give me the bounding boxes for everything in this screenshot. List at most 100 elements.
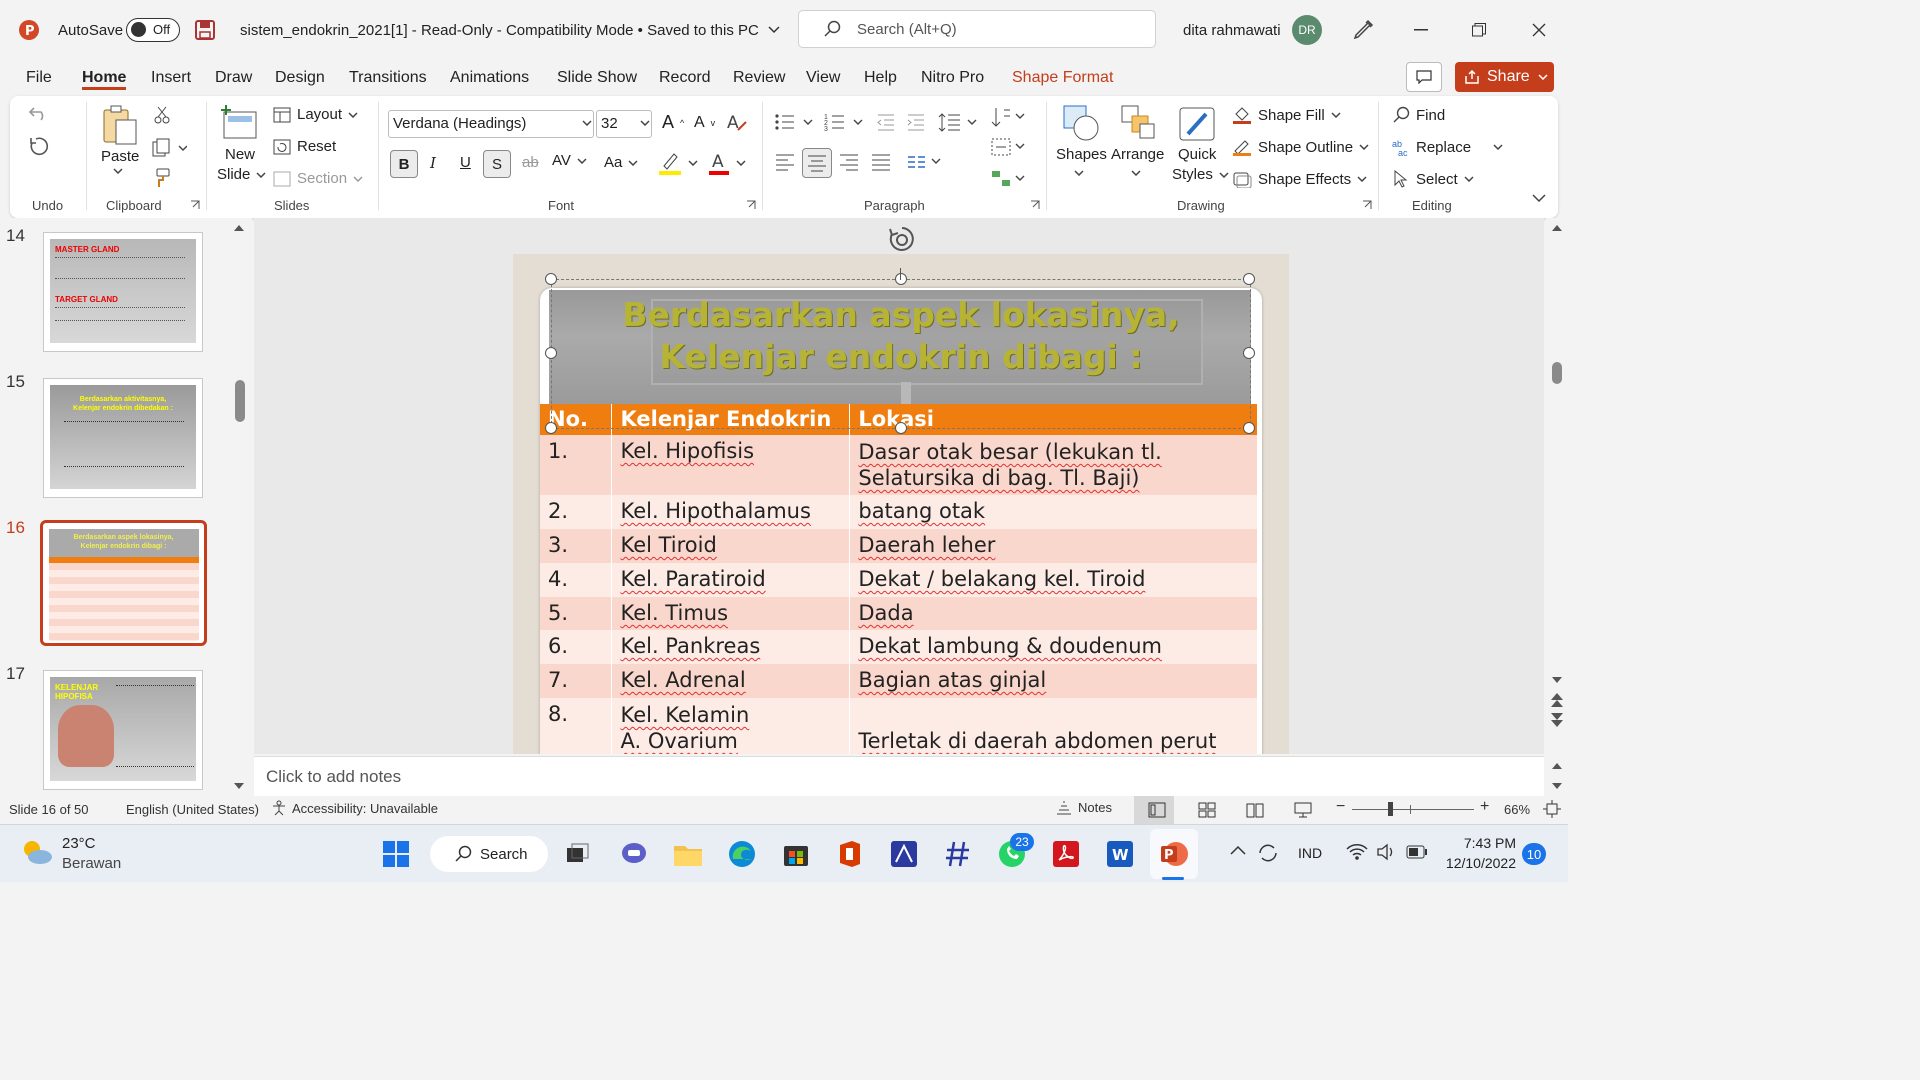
zoom-slider[interactable]: [1352, 809, 1474, 810]
tab-nitro-pro[interactable]: Nitro Pro: [921, 60, 984, 96]
strikethrough-button[interactable]: ab: [522, 154, 539, 171]
tab-animations[interactable]: Animations: [450, 60, 529, 96]
sync-icon[interactable]: [1256, 841, 1280, 865]
table-row[interactable]: 1. Kel. Hipofisis Dasar otak besar (leku…: [540, 435, 1258, 495]
font-family-chevron-icon[interactable]: [582, 120, 592, 126]
tab-transitions[interactable]: Transitions: [349, 60, 427, 96]
fit-to-window-icon[interactable]: [1543, 800, 1561, 818]
notification-count[interactable]: 10: [1522, 843, 1546, 865]
zoom-slider-thumb[interactable]: [1388, 802, 1393, 816]
table-row[interactable]: 5. Kel. Timus Dada: [540, 597, 1258, 630]
resize-handle[interactable]: [1243, 422, 1255, 434]
underline-button[interactable]: U: [460, 154, 471, 171]
table-row[interactable]: 8. Kel. Kelamin A. Ovarium Terletak di da…: [540, 698, 1258, 754]
weather-icon[interactable]: [20, 837, 54, 867]
format-painter-icon[interactable]: [151, 168, 171, 188]
select-button[interactable]: Select: [1392, 170, 1474, 188]
collapse-ribbon-icon[interactable]: [1532, 194, 1546, 202]
align-text-icon[interactable]: [990, 136, 1026, 158]
find-button[interactable]: Find: [1392, 106, 1445, 124]
notes-pane[interactable]: Click to add notes: [254, 756, 1544, 796]
table-row[interactable]: 6. Kel. Pankreas Dekat lambung & doudenu…: [540, 630, 1258, 664]
reading-view-icon[interactable]: [1246, 802, 1264, 818]
slide-sorter-icon[interactable]: [1198, 802, 1216, 818]
dialog-launcher-icon[interactable]: [1030, 200, 1040, 210]
replace-button[interactable]: ab ac Replace: [1392, 138, 1503, 156]
clock-time[interactable]: 7:43 PM: [1444, 835, 1516, 851]
windows-start-icon[interactable]: [378, 836, 414, 872]
text-direction-icon[interactable]: [990, 106, 1026, 128]
volume-icon[interactable]: [1376, 843, 1398, 861]
slide-thumbnail-15[interactable]: Berdasarkan aktivitasnya, Kelenjar endok…: [43, 378, 203, 498]
align-center-icon[interactable]: [802, 148, 832, 178]
tab-shape-format[interactable]: Shape Format: [1012, 60, 1113, 96]
cut-icon[interactable]: [153, 106, 171, 124]
shape-outline-button[interactable]: Shape Outline: [1232, 138, 1369, 156]
shapes-icon[interactable]: [1062, 104, 1102, 144]
minimize-icon[interactable]: [1414, 0, 1428, 60]
italic-button[interactable]: I: [430, 154, 436, 172]
clock-date[interactable]: 12/10/2022: [1440, 855, 1516, 871]
shadow-button[interactable]: S: [483, 150, 511, 178]
tab-design[interactable]: Design: [275, 60, 325, 96]
smartart-icon[interactable]: [990, 168, 1026, 190]
grow-font-icon[interactable]: A ^: [662, 112, 684, 133]
close-icon[interactable]: [1532, 0, 1546, 60]
resize-handle[interactable]: [895, 422, 907, 434]
share-button[interactable]: Share: [1455, 62, 1554, 92]
thumbnail-scrollbar[interactable]: [235, 380, 245, 422]
tab-record[interactable]: Record: [659, 60, 711, 96]
autosave-toggle[interactable]: Off: [126, 0, 180, 60]
save-icon[interactable]: [195, 0, 215, 60]
office-icon[interactable]: [832, 836, 868, 872]
table-row[interactable]: 4. Kel. Paratiroid Dekat / belakang kel.…: [540, 563, 1258, 597]
notes-placeholder[interactable]: Click to add notes: [266, 767, 401, 787]
bullets-icon[interactable]: [774, 112, 814, 132]
quick-styles-label-1[interactable]: Quick: [1178, 146, 1216, 163]
undo-button[interactable]: [28, 104, 50, 122]
language-status[interactable]: English (United States): [126, 802, 259, 817]
columns-icon[interactable]: [906, 154, 942, 170]
file-explorer-icon[interactable]: [670, 836, 706, 872]
quick-styles-icon[interactable]: [1178, 104, 1218, 144]
scroll-up-icon[interactable]: [233, 224, 245, 232]
next-slide-icon[interactable]: [1550, 712, 1564, 728]
dialog-launcher-icon[interactable]: [190, 200, 200, 210]
chevron-up-icon[interactable]: [1230, 845, 1246, 855]
resize-handle[interactable]: [895, 273, 907, 285]
paste-chevron-icon[interactable]: [113, 168, 123, 174]
slide-thumbnail-17[interactable]: KELENJAR HIPOFISA: [43, 670, 203, 790]
powerpoint-taskbar-icon[interactable]: P: [1156, 836, 1192, 872]
layout-button[interactable]: Layout: [273, 106, 358, 123]
task-view-icon[interactable]: [560, 836, 596, 872]
search-box[interactable]: Search (Alt+Q): [798, 10, 1156, 48]
highlight-color-button[interactable]: [658, 150, 698, 176]
font-family-select[interactable]: Verdana (Headings): [388, 110, 594, 138]
quick-styles-label-2[interactable]: Styles: [1172, 166, 1229, 183]
resize-handle[interactable]: [1243, 273, 1255, 285]
acrobat-icon[interactable]: [1048, 836, 1084, 872]
character-spacing-button[interactable]: AV: [552, 152, 587, 169]
resize-handle[interactable]: [545, 422, 557, 434]
accessibility-status[interactable]: Accessibility: Unavailable: [271, 800, 438, 816]
shape-effects-button[interactable]: Shape Effects: [1232, 170, 1367, 188]
clear-formatting-icon[interactable]: A: [726, 112, 748, 134]
chat-icon[interactable]: [616, 836, 652, 872]
align-right-icon[interactable]: [838, 152, 860, 172]
normal-view-icon[interactable]: [1148, 802, 1166, 818]
chevron-down-icon[interactable]: [1074, 170, 1084, 176]
numbering-icon[interactable]: 123: [824, 112, 864, 132]
notes-button[interactable]: Notes: [1056, 800, 1112, 815]
scroll-down-icon[interactable]: [233, 782, 245, 790]
tab-help[interactable]: Help: [864, 60, 897, 96]
paste-icon[interactable]: [100, 104, 140, 148]
input-language[interactable]: IND: [1298, 845, 1322, 861]
tab-review[interactable]: Review: [733, 60, 785, 96]
tab-insert[interactable]: Insert: [151, 60, 191, 96]
slideshow-view-icon[interactable]: [1294, 802, 1312, 818]
copy-icon[interactable]: [151, 138, 187, 158]
previous-slide-icon[interactable]: [1550, 692, 1564, 708]
tab-view[interactable]: View: [806, 60, 840, 96]
hashtag-app-icon[interactable]: [940, 836, 976, 872]
taskbar-search[interactable]: Search: [430, 836, 548, 872]
